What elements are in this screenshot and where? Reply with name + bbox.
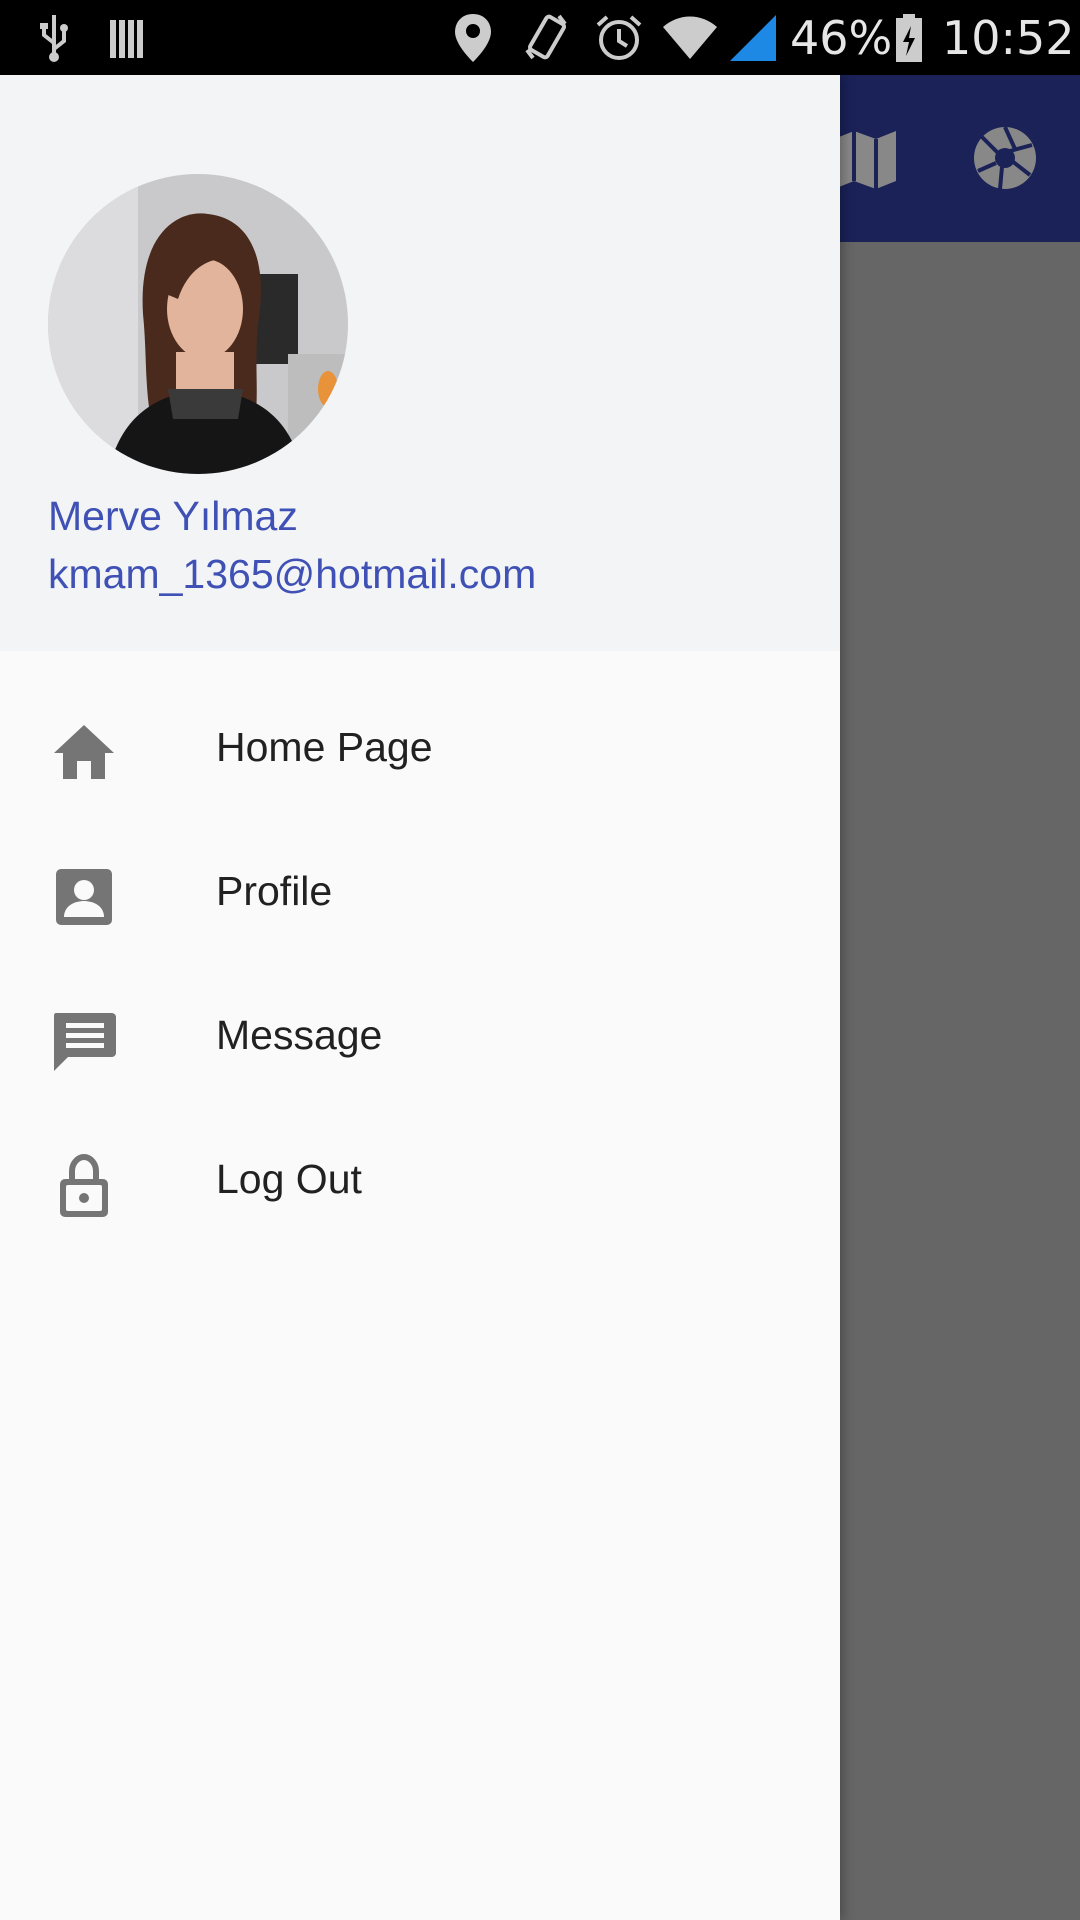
- home-icon: [48, 717, 120, 789]
- user-name: Merve Yılmaz: [48, 493, 298, 539]
- alarm-icon: [594, 8, 644, 68]
- menu-item-label: Log Out: [216, 1156, 362, 1202]
- drawer-header: Merve Yılmaz kmam_1365@hotmail.com: [0, 75, 840, 651]
- location-icon: [452, 8, 494, 68]
- menu-item-label: Profile: [216, 868, 333, 914]
- menu-item-profile[interactable]: Profile: [0, 819, 840, 963]
- menu-item-home-page[interactable]: Home Page: [0, 675, 840, 819]
- usb-icon: [34, 8, 74, 68]
- storage-icon: [106, 8, 146, 68]
- drawer-menu: Home Page Profile Message Log Out: [0, 675, 840, 1251]
- vibrate-icon: [522, 8, 570, 68]
- user-email: kmam_1365@hotmail.com: [48, 551, 537, 597]
- avatar[interactable]: [48, 174, 348, 474]
- menu-item-label: Home Page: [216, 724, 433, 770]
- navigation-drawer: Merve Yılmaz kmam_1365@hotmail.com Home …: [0, 75, 840, 1920]
- menu-item-label: Message: [216, 1012, 383, 1058]
- menu-item-log-out[interactable]: Log Out: [0, 1107, 840, 1251]
- battery-percent: 46%: [790, 11, 893, 65]
- clock: 10:52: [942, 11, 1075, 65]
- menu-item-message[interactable]: Message: [0, 963, 840, 1107]
- lock-icon: [48, 1149, 120, 1221]
- wifi-icon: [660, 8, 720, 68]
- camera-shutter-icon[interactable]: [970, 123, 1040, 193]
- signal-icon: [728, 8, 778, 68]
- status-bar: 46% 10:52: [0, 0, 1080, 75]
- message-icon: [48, 1005, 120, 1077]
- app-bar: [834, 75, 1080, 242]
- map-icon[interactable]: [830, 123, 900, 193]
- account-box-icon: [48, 861, 120, 933]
- battery-icon: [892, 8, 926, 68]
